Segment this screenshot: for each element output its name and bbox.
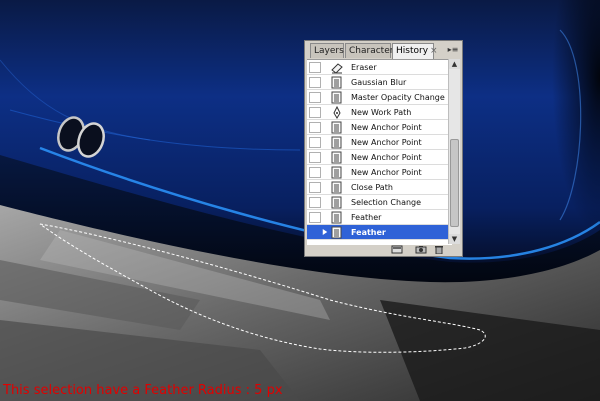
history-state-icon [331,166,342,179]
panel-menu-icon[interactable]: ▸≡ [447,45,459,54]
history-brush-arrow-icon [322,229,328,235]
scrollbar[interactable]: ▲ ▼ [448,59,460,244]
history-panel: Layers Character History × ▸≡ Eraser Gauss… [304,40,463,257]
snapshot-source-checkbox[interactable] [309,77,321,88]
photo-canvas [0,0,600,401]
history-item[interactable]: Master Opacity Change [307,90,452,105]
scroll-up-icon[interactable]: ▲ [449,59,460,69]
new-document-from-state-icon[interactable] [391,245,403,254]
history-item-label: Close Path [351,183,393,192]
history-item-label: Master Opacity Change [351,93,445,102]
history-item-label: New Anchor Point [351,168,422,177]
history-item[interactable]: New Work Path [307,105,452,120]
scroll-thumb[interactable] [450,139,459,227]
tab-history[interactable]: History × [392,43,438,59]
panel-footer [305,243,462,256]
caption-text: This selection have a Feather Radius : 5… [3,383,283,398]
snapshot-source-checkbox[interactable] [309,107,321,118]
history-item[interactable]: New Anchor Point [307,120,452,135]
history-state-icon [331,121,342,134]
history-item[interactable]: Gaussian Blur [307,75,452,90]
history-item-label: Eraser [351,63,377,72]
snapshot-source-checkbox[interactable] [309,197,321,208]
history-item-label: New Work Path [351,108,412,117]
history-list: Eraser Gaussian Blur Master Opacity Change… [307,59,452,245]
snapshot-source-checkbox[interactable] [309,137,321,148]
history-item[interactable]: Selection Change [307,195,452,210]
history-item-label: Gaussian Blur [351,78,407,87]
history-item-label: Feather [351,213,382,222]
snapshot-source-checkbox[interactable] [309,62,321,73]
history-state-icon [331,136,342,149]
history-state-icon [331,91,342,104]
history-item-label: New Anchor Point [351,123,422,132]
snapshot-camera-icon[interactable] [415,245,427,254]
panel-tabs: Layers Character History × [307,43,444,59]
history-state-icon [331,226,342,239]
history-item[interactable]: Feather [307,210,452,225]
history-item-label: Selection Change [351,198,422,207]
history-item[interactable]: Close Path [307,180,452,195]
history-item-label: New Anchor Point [351,138,422,147]
snapshot-source-checkbox[interactable] [309,167,321,178]
history-item[interactable]: New Anchor Point [307,165,452,180]
history-state-icon [331,76,342,89]
trash-icon[interactable] [433,245,445,254]
history-item-label: Feather [351,228,386,237]
history-item[interactable]: Eraser [307,60,452,75]
close-tab-icon[interactable]: × [430,46,438,56]
history-item-label: New Anchor Point [351,153,422,162]
history-state-icon [331,181,342,194]
tab-layers[interactable]: Layers [310,43,344,58]
snapshot-source-checkbox[interactable] [309,212,321,223]
history-state-icon [331,196,342,209]
eraser-icon [331,63,343,74]
snapshot-source-checkbox[interactable] [309,92,321,103]
history-state-icon [331,151,342,164]
tab-character[interactable]: Character [345,43,393,58]
pen-icon [333,106,341,119]
history-state-icon [331,211,342,224]
snapshot-source-checkbox[interactable] [309,182,321,193]
history-item[interactable]: Feather [307,225,452,240]
snapshot-source-checkbox[interactable] [309,152,321,163]
snapshot-source-checkbox[interactable] [309,122,321,133]
history-item[interactable]: New Anchor Point [307,150,452,165]
history-item[interactable]: New Anchor Point [307,135,452,150]
snapshot-source-checkbox[interactable] [309,227,321,238]
